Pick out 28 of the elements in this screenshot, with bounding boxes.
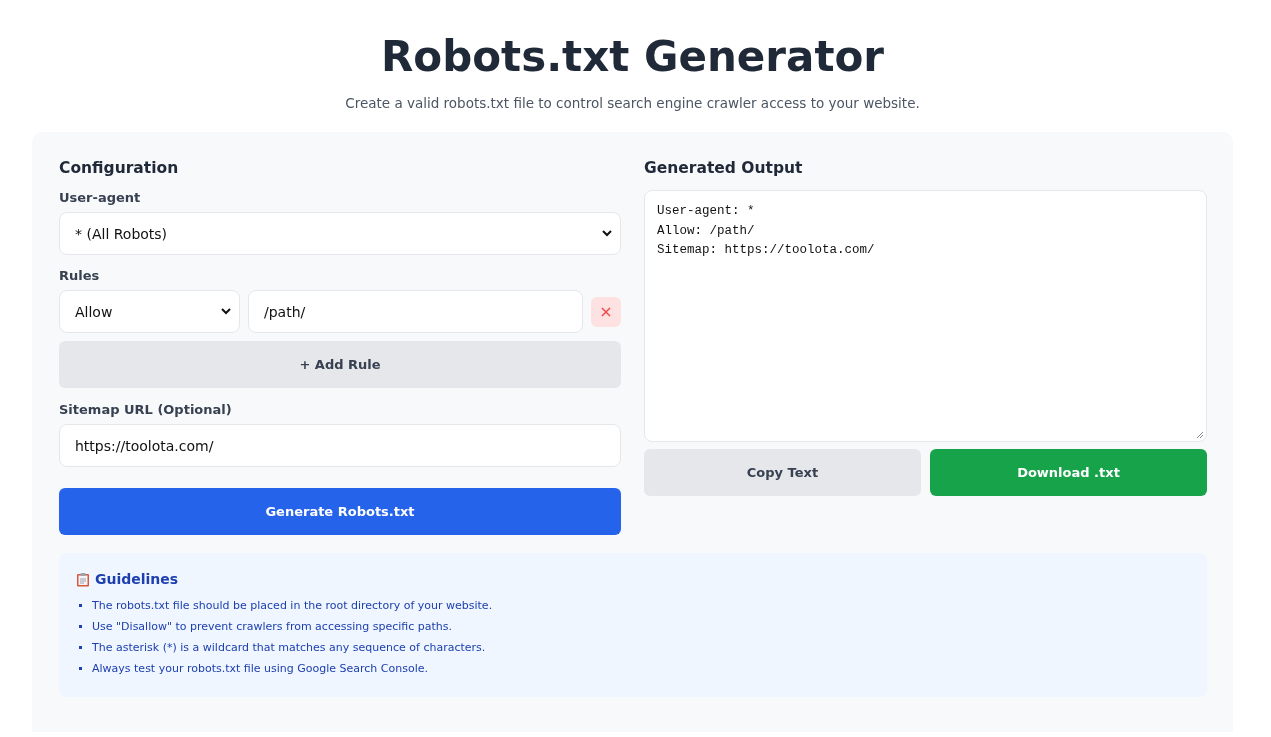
guideline-text: Use "Disallow" to prevent crawlers from accessing specific paths. <box>92 620 452 633</box>
directive-select[interactable]: Allow <box>59 290 240 333</box>
resize-handle-icon[interactable] <box>1196 431 1204 439</box>
bullet-icon <box>79 667 82 670</box>
sitemap-input[interactable]: https://toolota.com/ <box>59 424 621 467</box>
section-heading: Generated Output <box>644 159 804 177</box>
bullet-icon <box>79 646 82 649</box>
generate-button[interactable]: Generate Robots.txt <box>59 488 621 535</box>
path-input[interactable]: /path/ <box>248 290 583 333</box>
page-title: Robots.txt Generator <box>379 32 886 81</box>
field-label: Rules <box>59 268 101 283</box>
bullet-icon <box>79 625 82 628</box>
output-textarea[interactable]: User-agent: * Allow: /path/ Sitemap: https://toolota.com/ <box>644 190 1207 442</box>
bullet-icon <box>79 604 82 607</box>
field-label: Sitemap URL (Optional) <box>59 402 233 417</box>
guideline-text: Always test your robots.txt file using Google Search Console. <box>92 662 428 675</box>
guideline-text: The robots.txt file should be placed in the root directory of your website. <box>92 599 493 612</box>
user-agent-select[interactable]: * (All Robots) <box>59 212 621 255</box>
copy-button[interactable]: Copy Text <box>644 449 921 496</box>
guideline-text: The asterisk (*) is a wildcard that matches any sequence of characters. <box>92 641 486 654</box>
chevron-icon <box>602 230 612 237</box>
chevron-icon <box>221 308 231 315</box>
section-heading: Configuration <box>59 159 180 177</box>
field-label: User-agent <box>59 190 142 205</box>
add-rule-button[interactable]: + Add Rule <box>59 341 621 388</box>
clipboard-icon <box>76 571 90 587</box>
page-subtitle: Create a valid robots.txt file to control search engine crawler access to your website. <box>344 95 921 111</box>
guidelines-title: Guidelines <box>95 571 179 587</box>
